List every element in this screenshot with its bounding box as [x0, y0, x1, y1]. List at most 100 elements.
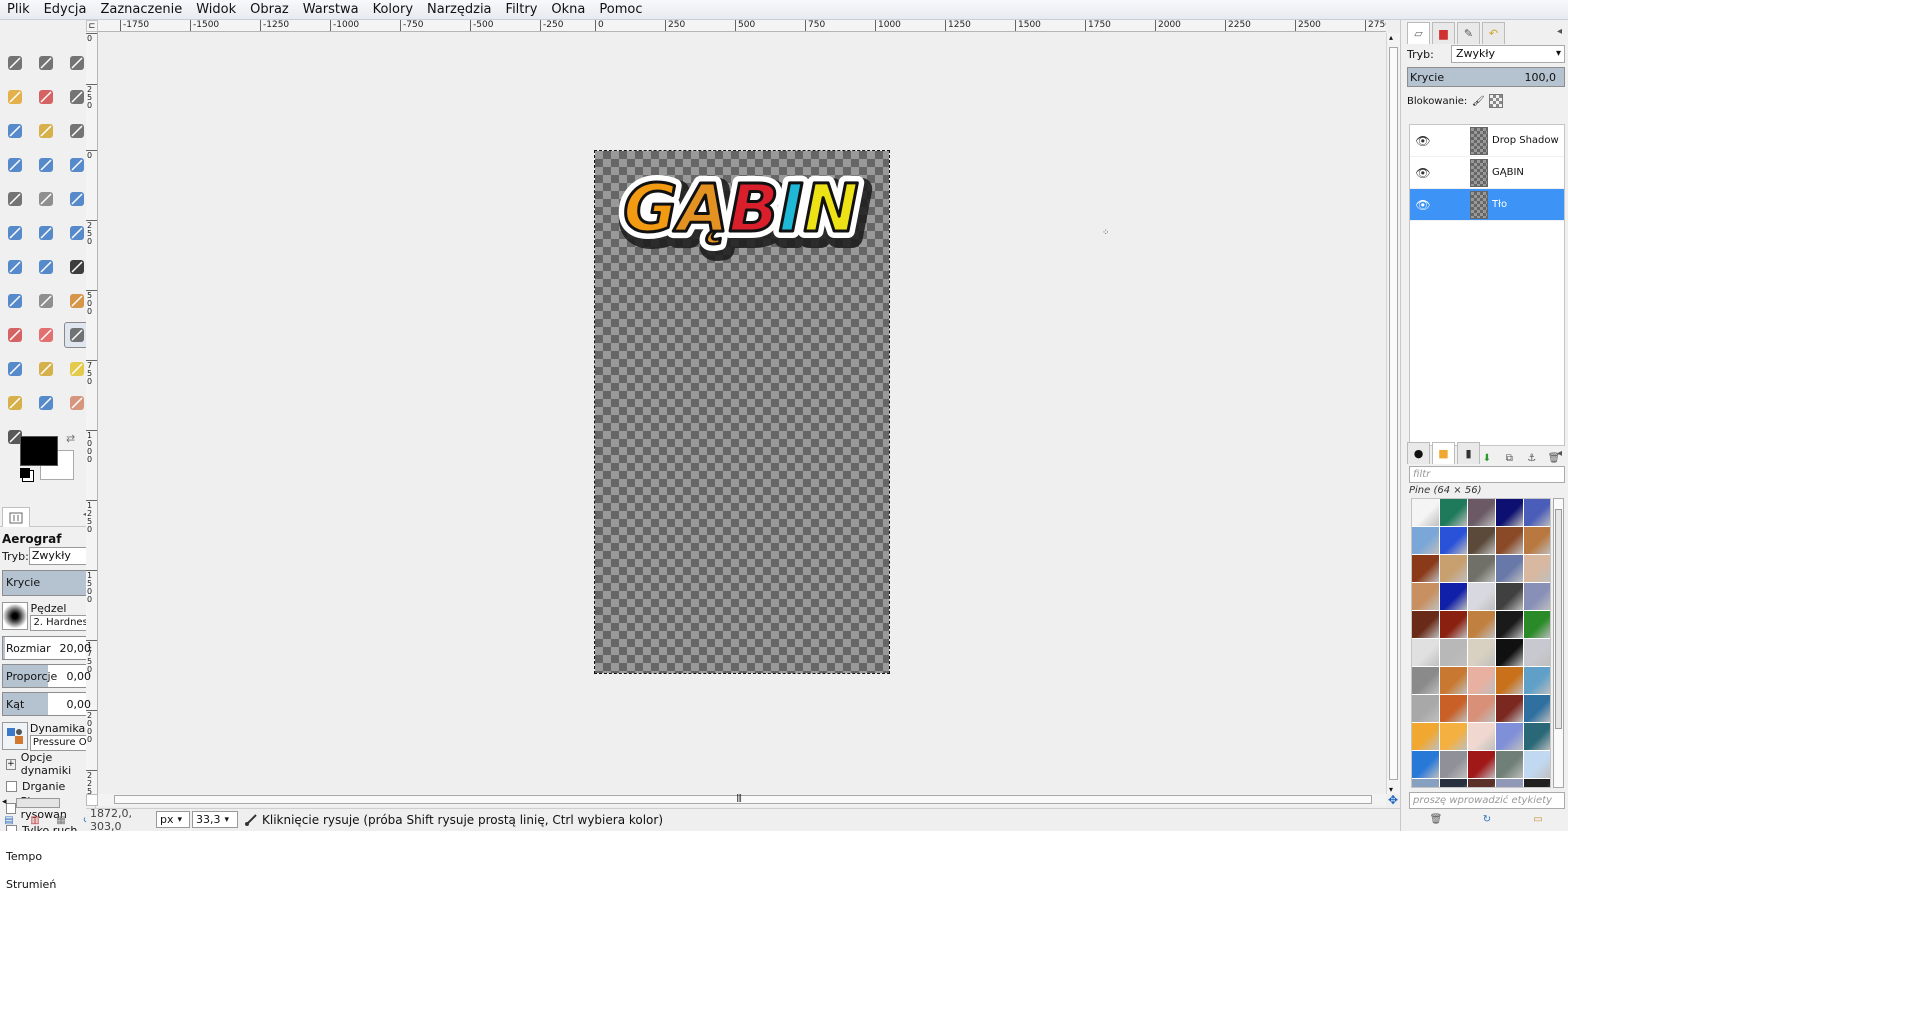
tool-button-7[interactable] — [33, 118, 59, 144]
tool-button-13[interactable] — [33, 186, 59, 212]
dynamics-select[interactable]: Pressure Op — [29, 735, 94, 751]
pattern-swatch[interactable] — [1440, 583, 1467, 610]
pattern-swatch[interactable] — [1440, 639, 1467, 666]
size-slider[interactable]: Rozmiar 20,00 — [2, 636, 94, 660]
tool-options-tab[interactable] — [2, 507, 30, 527]
pattern-swatch[interactable] — [1468, 723, 1495, 750]
lock-pixels-icon[interactable]: 🖌 — [1471, 94, 1485, 108]
pattern-swatch[interactable] — [1440, 723, 1467, 750]
menu-item-0[interactable]: Plik — [0, 0, 37, 20]
jitter-checkbox-row[interactable]: Drganie — [2, 776, 94, 796]
brush-select[interactable]: 2. Hardness — [30, 615, 94, 631]
pattern-swatch[interactable] — [1412, 583, 1439, 610]
refresh-patterns-icon[interactable]: ↻ — [1480, 812, 1494, 826]
foreground-color-swatch[interactable] — [20, 436, 58, 466]
pattern-swatch[interactable] — [1440, 751, 1467, 778]
layer-mode-select[interactable]: Zwykły — [1451, 45, 1565, 63]
layer-name[interactable]: Drop Shadow — [1492, 135, 1559, 146]
tool-button-30[interactable] — [2, 390, 28, 416]
brush-preview[interactable] — [2, 602, 29, 630]
pattern-swatch[interactable] — [1524, 723, 1550, 750]
menu-item-4[interactable]: Obraz — [243, 0, 296, 20]
tool-button-25[interactable] — [33, 322, 59, 348]
layer-row[interactable]: 👁 Drop Shadow — [1410, 125, 1564, 157]
tool-button-15[interactable] — [2, 220, 28, 246]
tool-button-16[interactable] — [33, 220, 59, 246]
pattern-swatch[interactable] — [1496, 555, 1523, 582]
dynamics-options-expander[interactable]: + Opcje dynamiki — [2, 751, 94, 777]
opacity-slider[interactable]: Krycie — [2, 570, 94, 596]
pattern-swatch[interactable] — [1412, 723, 1439, 750]
pattern-swatch[interactable] — [1412, 639, 1439, 666]
menu-item-6[interactable]: Kolory — [366, 0, 420, 20]
angle-slider[interactable]: Kąt 0,00 — [2, 692, 94, 716]
pattern-swatch[interactable] — [1468, 639, 1495, 666]
pattern-swatch[interactable] — [1412, 499, 1439, 526]
tab-channels[interactable]: ▆ — [1432, 22, 1455, 44]
tag-input[interactable]: proszę wprowadzić etykiety — [1409, 792, 1565, 809]
pattern-swatch[interactable] — [1440, 527, 1467, 554]
pattern-swatch[interactable] — [1412, 611, 1439, 638]
pattern-swatch[interactable] — [1524, 555, 1550, 582]
configure-tab-icon[interactable]: ◂ — [1557, 448, 1562, 459]
dynamics-preview[interactable] — [2, 722, 28, 750]
pattern-swatch[interactable] — [1412, 695, 1439, 722]
pattern-swatch[interactable] — [1496, 527, 1523, 554]
menu-item-10[interactable]: Pomoc — [592, 0, 649, 20]
pattern-swatch[interactable] — [1524, 583, 1550, 610]
tool-button-0[interactable] — [2, 50, 28, 76]
tool-button-18[interactable] — [2, 254, 28, 280]
scrollbar-thumb[interactable] — [16, 798, 60, 808]
menu-item-7[interactable]: Narzędzia — [420, 0, 499, 20]
pattern-swatch[interactable] — [1524, 527, 1550, 554]
tool-button-4[interactable] — [33, 84, 59, 110]
tool-button-31[interactable] — [33, 390, 59, 416]
scrollbar-thumb[interactable] — [1555, 509, 1562, 729]
swap-colors-icon[interactable]: ⇄ — [66, 432, 75, 445]
pattern-swatch[interactable] — [1524, 667, 1550, 694]
tab-patterns[interactable]: ■ — [1432, 442, 1455, 464]
pattern-swatch[interactable] — [1468, 527, 1495, 554]
pattern-swatch[interactable] — [1440, 695, 1467, 722]
tool-button-19[interactable] — [33, 254, 59, 280]
scroll-left-icon[interactable]: ◂ — [2, 797, 7, 807]
tool-button-21[interactable] — [2, 288, 28, 314]
tool-options-scrollbar[interactable]: ◂ ▸ — [2, 795, 92, 811]
pattern-swatch[interactable] — [1468, 583, 1495, 610]
pattern-filter-input[interactable]: filtr — [1409, 466, 1565, 483]
pattern-swatch[interactable] — [1468, 555, 1495, 582]
layer-name[interactable]: GĄBIN — [1492, 167, 1524, 178]
pattern-swatch[interactable] — [1468, 611, 1495, 638]
visibility-eye-icon[interactable]: 👁 — [1412, 198, 1434, 212]
pattern-swatch[interactable] — [1524, 611, 1550, 638]
pattern-swatch[interactable] — [1468, 779, 1495, 787]
tab-brushes[interactable]: ● — [1407, 442, 1430, 464]
delete-pattern-icon[interactable]: 🗑 — [1429, 812, 1443, 826]
pattern-swatch[interactable] — [1496, 611, 1523, 638]
canvas-area[interactable]: GĄBIN GĄBIN GĄBIN ⁘ — [98, 33, 1386, 794]
image-canvas[interactable]: GĄBIN GĄBIN GĄBIN — [594, 150, 890, 674]
pattern-swatch[interactable] — [1468, 751, 1495, 778]
pattern-swatch[interactable] — [1524, 499, 1550, 526]
pattern-swatch[interactable] — [1524, 779, 1550, 787]
tool-button-3[interactable] — [2, 84, 28, 110]
pattern-swatch[interactable] — [1412, 527, 1439, 554]
pattern-swatch[interactable] — [1524, 639, 1550, 666]
pattern-swatch[interactable] — [1412, 751, 1439, 778]
save-options-icon[interactable]: ▤ — [2, 813, 16, 827]
tab-paths[interactable]: ✎ — [1457, 22, 1480, 44]
pattern-swatch[interactable] — [1496, 779, 1523, 787]
tool-button-1[interactable] — [33, 50, 59, 76]
tool-button-9[interactable] — [2, 152, 28, 178]
pattern-swatch[interactable] — [1496, 751, 1523, 778]
layer-row[interactable]: 👁 GĄBIN — [1410, 157, 1564, 189]
pattern-swatch[interactable] — [1412, 667, 1439, 694]
pattern-swatch[interactable] — [1496, 639, 1523, 666]
jitter-checkbox[interactable] — [6, 780, 17, 792]
pattern-swatch[interactable] — [1412, 779, 1439, 787]
tool-button-22[interactable] — [33, 288, 59, 314]
pattern-swatch[interactable] — [1468, 695, 1495, 722]
restore-options-icon[interactable]: ▥ — [28, 813, 42, 827]
scrollbar-thumb[interactable] — [1389, 47, 1398, 780]
pattern-swatch[interactable] — [1524, 751, 1550, 778]
